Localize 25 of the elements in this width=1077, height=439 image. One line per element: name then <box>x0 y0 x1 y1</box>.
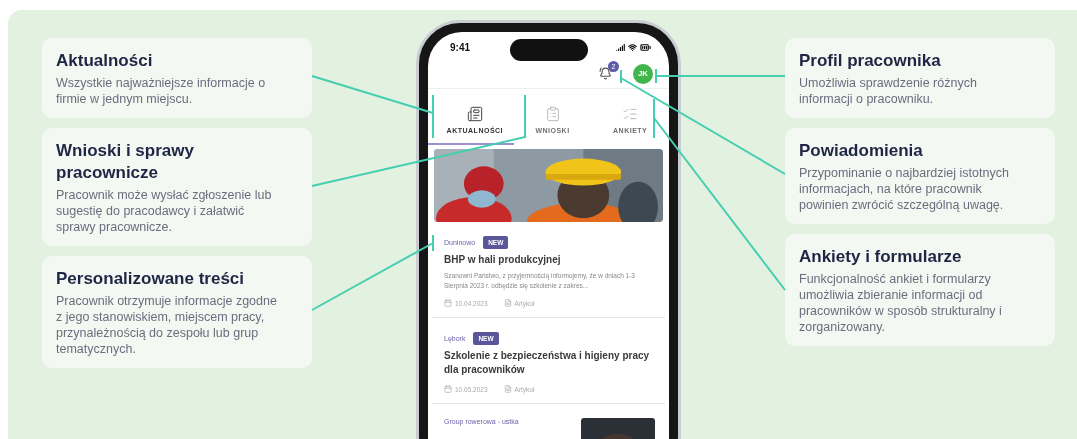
callout-text: Umożliwia sprawdzenie różnych informacji o pracowniku. <box>799 75 978 107</box>
status-time: 9:41 <box>450 42 470 54</box>
bell-icon <box>599 67 612 80</box>
callout-title: Powiadomienia <box>799 140 924 162</box>
callout-text: Pracownik może wysłać zgłoszenie lub sugestię do pracodawcy i załatwić sprawy pracownicze. <box>56 187 273 235</box>
document-icon <box>503 385 512 393</box>
newspaper-icon <box>466 105 483 122</box>
callout-title: Personalizowane treści <box>56 268 246 290</box>
calendar-icon <box>444 385 452 393</box>
callout-text: Wszystkie najważniejsze informacje o firmie w jednym miejscu. <box>56 75 267 107</box>
clipboard-icon <box>544 105 561 122</box>
calendar-icon <box>444 299 452 307</box>
callout-text: Przypominanie o najbardziej istotnych informacjach, na które pracownik powinien zwrócić szczególną uwagę. <box>799 165 1010 213</box>
callout-title: Ankiety i formularze <box>799 246 963 268</box>
wifi-icon <box>628 43 637 53</box>
document-icon <box>503 299 512 307</box>
callout-title: Wnioski i sprawy pracownicze <box>56 140 195 184</box>
signal-icon <box>616 43 625 53</box>
callout-text: Funkcjonalność ankiet i formularzy umożliwia zbieranie informacji od pracowników w sposób strukturalny i zorganizowany. <box>799 271 1003 335</box>
callout-text: Pracownik otrzymuje informacje zgodne z jego stanowiskiem, miejscem pracy, przynależnością do zespołu lub grup tematycznych. <box>56 293 278 357</box>
callout-title: Profil pracownika <box>799 50 942 72</box>
callout-title: Aktualności <box>56 50 154 72</box>
news-title: Szkolenie z bezpieczeństwa i higieny pracy dla pracowników <box>444 349 651 377</box>
news-title: BHP w hali produkcyjnej <box>444 253 562 267</box>
battery-icon <box>640 42 651 54</box>
